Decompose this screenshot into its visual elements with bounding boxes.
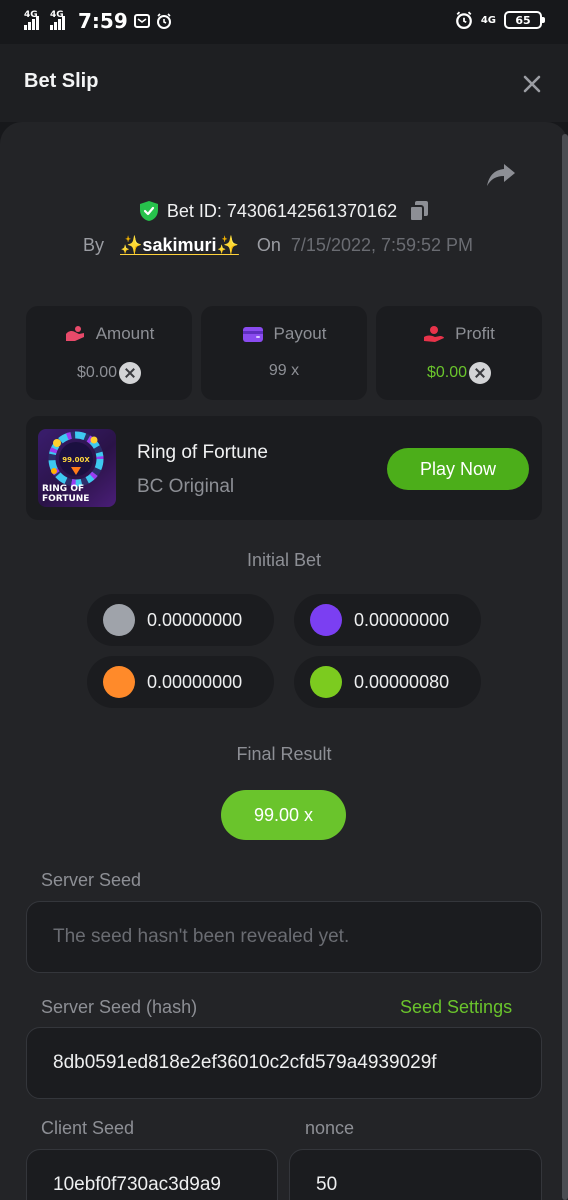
amount-value: $0.00 [76, 364, 118, 381]
game-card: 99.00X RING OF FORTUNE Ring of Fortune B… [26, 416, 542, 520]
bet-chip: 0.00000000 [87, 594, 274, 646]
server-seed-label: Server Seed [41, 870, 142, 890]
payout-stat: Payout 99 x [201, 306, 367, 400]
chip-value: 0.00000000 [147, 671, 243, 692]
bet-meta-row: By ✨sakimuri✨ On 7/15/2022, 7:59:52 PM [83, 235, 473, 256]
profit-hand-icon [424, 326, 445, 342]
ring-of-fortune-logo: 99.00X RING OF FORTUNE [42, 431, 104, 504]
bet-slip-header: Bet Slip [0, 44, 568, 122]
bet-chip: 0.00000000 [87, 656, 274, 708]
scrollbar[interactable] [562, 134, 568, 1200]
share-icon[interactable] [486, 162, 516, 188]
amount-icon [65, 326, 84, 341]
nonce-field[interactable]: 50 [289, 1149, 542, 1200]
svg-text:FORTUNE: FORTUNE [42, 494, 89, 504]
status-left: 4G 4G 7:59 [24, 9, 172, 33]
currency-x-icon [469, 362, 492, 384]
signal-1-icon: 4G [24, 10, 44, 30]
bet-slip-card: Bet ID: 74306142561370162 By ✨sakimuri✨ … [0, 122, 568, 1200]
seed-settings-link[interactable]: Seed Settings [400, 997, 512, 1018]
nonce-label: nonce [305, 1118, 355, 1138]
profit-label: Profit [455, 324, 495, 343]
server-seed-field[interactable]: The seed hasn't been revealed yet. [26, 901, 542, 973]
play-now-button[interactable]: Play Now [387, 448, 529, 490]
game-thumbnail[interactable]: 99.00X RING OF FORTUNE [38, 429, 116, 507]
game-name: Ring of Fortune [137, 442, 268, 463]
server-seed-hash-label: Server Seed (hash) [41, 997, 198, 1017]
coin-icon [310, 666, 342, 698]
network-type: 4G [480, 14, 496, 26]
clock: 7:59 [78, 9, 128, 33]
verified-shield-icon [139, 201, 158, 221]
signal-2-icon: 4G [50, 10, 70, 30]
coin-icon [310, 604, 342, 636]
svg-text:99.00X: 99.00X [62, 456, 90, 464]
bet-stats: Amount $0.00 Payout 99 x Profit $0.00 [26, 306, 542, 400]
close-icon[interactable] [522, 74, 542, 94]
wallet-icon [242, 327, 263, 342]
page-title: Bet Slip [24, 70, 99, 92]
profit-value: $0.00 [426, 364, 468, 381]
bet-chip: 0.00000000 [294, 594, 481, 646]
bet-id-row: Bet ID: 74306142561370162 [0, 200, 568, 222]
bet-date: 7/15/2022, 7:59:52 PM [290, 235, 474, 255]
initial-bet-chips: 0.00000000 0.00000000 0.00000000 0.00000… [87, 594, 481, 708]
client-seed-label: Client Seed [41, 1118, 135, 1138]
client-seed-field[interactable]: 10ebf0f730ac3d9a9 [26, 1149, 278, 1200]
copy-icon[interactable] [409, 200, 429, 222]
amount-stat: Amount $0.00 [26, 306, 192, 400]
profit-stat: Profit $0.00 [376, 306, 542, 400]
payout-label: Payout [273, 324, 327, 343]
status-bar: 4G 4G 7:59 4G 65 [0, 0, 568, 44]
coin-icon [103, 604, 135, 636]
by-label: By [83, 235, 105, 255]
chip-value: 0.00000000 [354, 609, 450, 630]
amount-label: Amount [95, 324, 155, 343]
bet-id: Bet ID: 74306142561370162 [166, 200, 398, 221]
chip-value: 0.00000080 [354, 671, 450, 692]
alarm-icon [455, 11, 472, 29]
final-result-title: Final Result [236, 744, 332, 764]
currency-x-icon [119, 362, 142, 384]
final-result-badge: 99.00 x [221, 790, 346, 840]
payout-value: 99 x [268, 362, 300, 379]
status-right: 4G 65 [455, 11, 545, 29]
on-label: On [256, 235, 281, 255]
svg-text:RING OF: RING OF [42, 484, 84, 494]
initial-bet-title: Initial Bet [246, 550, 322, 570]
game-subtitle: BC Original [137, 476, 235, 497]
battery-icon: 65 [504, 11, 545, 29]
username-link[interactable]: ✨sakimuri✨ [120, 235, 239, 256]
bet-chip: 0.00000080 [294, 656, 481, 708]
message-icon [133, 14, 150, 28]
coin-icon [103, 666, 135, 698]
alarm-icon [156, 13, 171, 29]
server-seed-hash-field[interactable]: 8db0591ed818e2ef36010c2cfd579a4939029f [26, 1027, 542, 1099]
chip-value: 0.00000000 [147, 609, 243, 630]
